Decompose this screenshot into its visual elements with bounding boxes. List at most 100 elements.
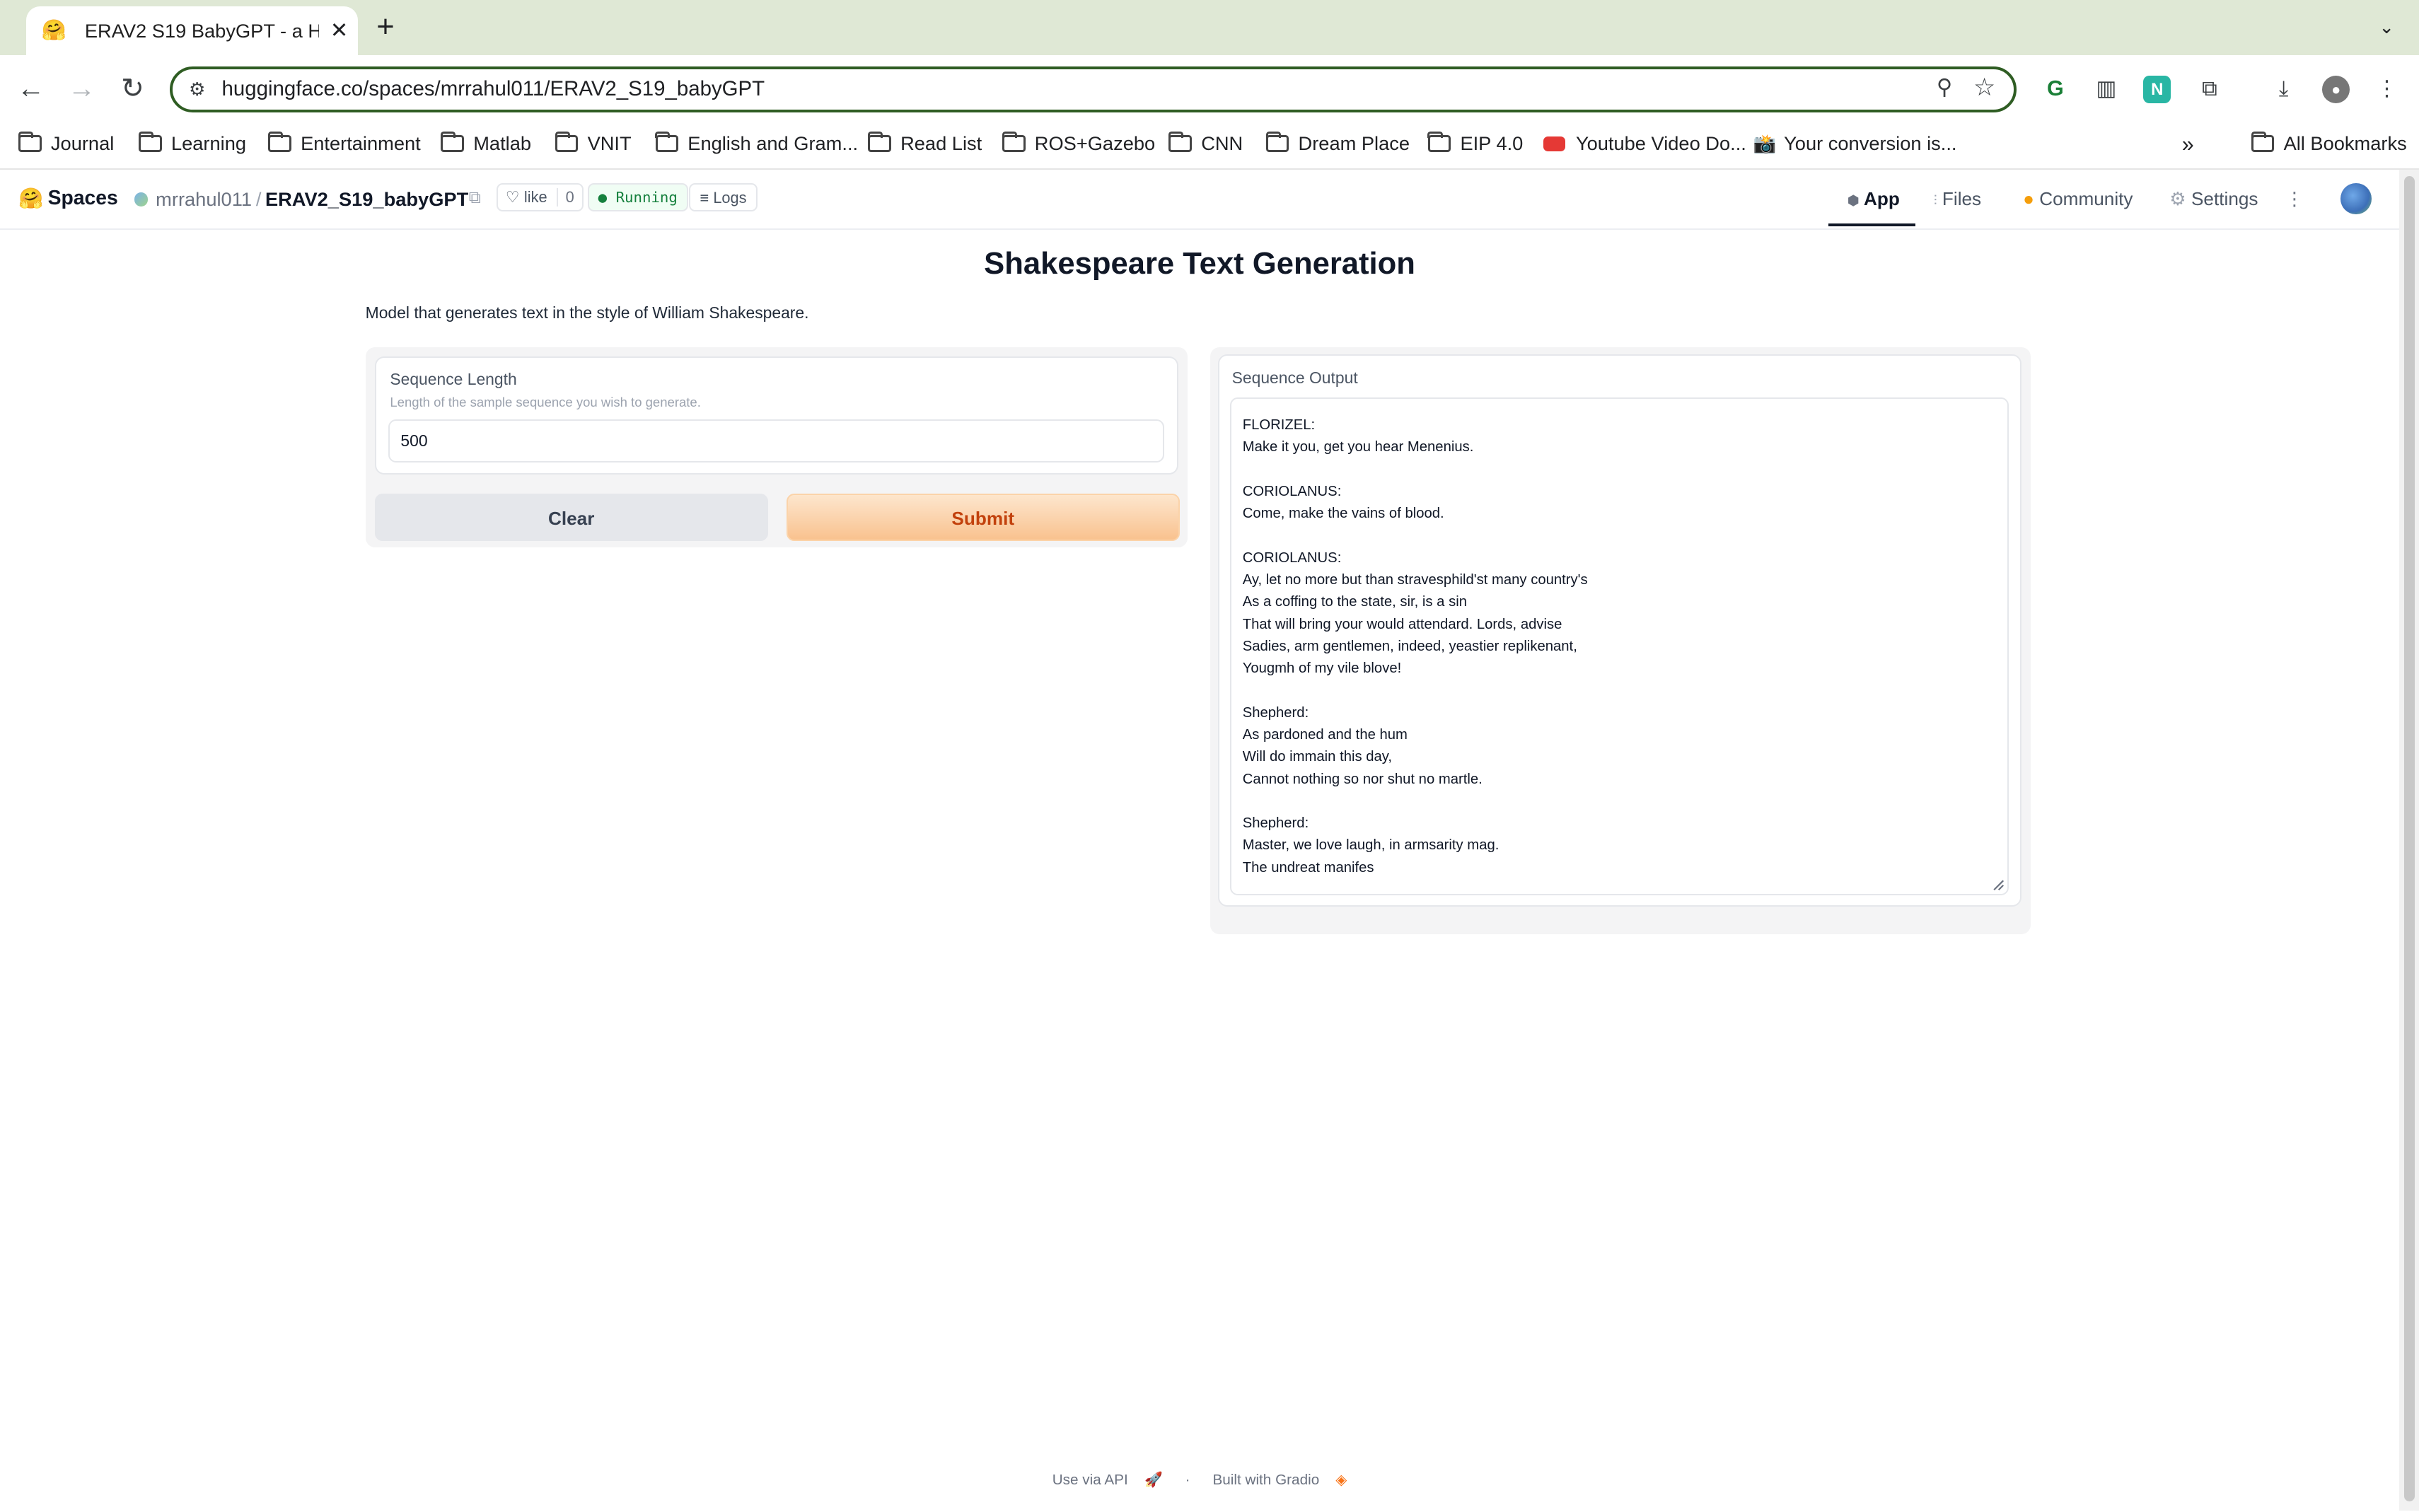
more-bookmarks-chevron-icon[interactable]: » [2182, 132, 2194, 157]
clear-button[interactable]: Clear [374, 493, 768, 542]
reading-list-icon[interactable]: ▥ [2089, 72, 2123, 106]
tab-files[interactable]: ⫶ Files [1934, 188, 1981, 210]
bookmark-english-and-grammar[interactable]: English and Gram... [655, 131, 858, 155]
bookmark-your-conversion[interactable]: 📸 Your conversion is... [1753, 132, 1957, 155]
sequence-output-textarea[interactable]: FLORIZEL: Make it you, get you hear Mene… [1230, 397, 2009, 896]
space-owner-link[interactable]: mrrahul011 [156, 188, 252, 211]
app-icon: ⬢ [1847, 192, 1860, 209]
avatar[interactable] [2340, 183, 2372, 214]
address-url[interactable]: huggingface.co/spaces/mrrahul011/ERAV2_S… [222, 77, 765, 102]
profile-avatar-icon[interactable]: ● [2322, 75, 2350, 104]
tab-title: ERAV2 S19 BabyGPT - a Hugging Face Space [84, 19, 319, 42]
folder-icon [868, 131, 892, 153]
reload-icon[interactable]: ↻ [116, 72, 150, 106]
like-count: 0 [556, 188, 582, 207]
tab-close-icon[interactable]: ✕ [328, 20, 350, 42]
sequence-output-label: Sequence Output [1231, 368, 1358, 387]
browser-menu-icon[interactable]: ⋮ [2370, 72, 2404, 106]
bookmark-matlab[interactable]: Matlab [441, 131, 531, 155]
bookmark-vnit[interactable]: VNIT [555, 131, 632, 155]
folder-icon [18, 131, 42, 153]
gradio-logo-icon: ◈ [1335, 1471, 1347, 1488]
bookmark-youtube-video-downloader[interactable]: Youtube Video Do... [1543, 132, 1746, 155]
submit-button[interactable]: Submit [786, 493, 1180, 542]
sequence-length-info: Length of the sample sequence you wish t… [390, 394, 701, 409]
tab-settings[interactable]: ⚙ Settings [2169, 188, 2258, 210]
folder-icon [441, 131, 465, 153]
bookmark-eip[interactable]: EIP 4.0 [1427, 131, 1523, 155]
footer-separator: · [1185, 1471, 1190, 1488]
folder-icon [655, 131, 679, 153]
scrollbar-thumb[interactable] [2403, 175, 2415, 1502]
folder-icon [1002, 131, 1026, 153]
bookmark-ros-gazebo[interactable]: ROS+Gazebo [1002, 131, 1155, 155]
folder-icon [555, 131, 579, 153]
bookmark-cnn[interactable]: CNN [1168, 131, 1243, 155]
browser-tab-strip: 🤗 ERAV2 S19 BabyGPT - a Hugging Face Spa… [0, 0, 2419, 56]
like-button[interactable]: ♡ like 0 [496, 183, 584, 211]
zoom-magnifier-icon[interactable]: ⚲ [1937, 75, 1952, 100]
hugging-face-favicon-icon: 🤗 [41, 19, 67, 42]
folder-icon [138, 131, 162, 153]
path-separator: / [255, 187, 262, 210]
browser-toolbar: ← → ↻ ⚙ huggingface.co/spaces/mrrahul011… [0, 55, 2419, 124]
heart-icon: ♡ [505, 188, 520, 207]
bookmark-star-icon[interactable]: ☆ [1973, 74, 1995, 102]
more-options-icon[interactable]: ⋮ [2282, 187, 2307, 211]
sequence-length-input[interactable] [390, 420, 1163, 461]
bookmark-entertainment[interactable]: Entertainment [268, 131, 421, 155]
spaces-link[interactable]: Spaces [48, 187, 118, 210]
logs-button[interactable]: ≡ Logs [689, 183, 758, 211]
browser-tab[interactable]: 🤗 ERAV2 S19 BabyGPT - a Hugging Face Spa… [26, 6, 358, 56]
user-avatar [134, 192, 149, 207]
page-description: Model that generates text in the style o… [365, 303, 809, 322]
resize-handle-icon[interactable] [1992, 879, 2005, 891]
grammarly-extension-icon[interactable]: G [2038, 72, 2072, 106]
back-arrow-icon[interactable]: ← [14, 72, 48, 106]
sequence-output-text: FLORIZEL: Make it you, get you hear Mene… [1242, 417, 1588, 876]
all-bookmarks[interactable]: All Bookmarks [2251, 131, 2407, 155]
tab-app[interactable]: ⬢ App [1847, 188, 1900, 210]
files-icon: ⫶ [1933, 192, 1937, 209]
folder-icon [2251, 131, 2275, 153]
page-title: Shakespeare Text Generation [984, 246, 1415, 281]
folder-icon [1168, 131, 1193, 153]
extensions-puzzle-icon[interactable]: ⧉ [2193, 72, 2227, 106]
forward-arrow-icon[interactable]: → [65, 72, 99, 106]
rocket-icon: 🚀 [1144, 1471, 1163, 1488]
like-label: like [523, 188, 547, 207]
copy-icon[interactable]: ⧉ [469, 188, 481, 208]
gear-icon: ⚙ [2169, 187, 2186, 209]
folder-icon [1427, 131, 1451, 153]
space-name-link[interactable]: ERAV2_S19_babyGPT [265, 188, 468, 211]
tab-search-chevron-icon[interactable]: ⌄ [2369, 12, 2403, 43]
address-bar[interactable]: ⚙ huggingface.co/spaces/mrrahul011/ERAV2… [169, 66, 2017, 113]
sequence-length-field[interactable] [388, 419, 1164, 463]
youtube-icon [1543, 136, 1565, 152]
downloads-icon[interactable]: ⤓ [2267, 72, 2301, 106]
sequence-output-block: Sequence Output FLORIZEL: Make it you, g… [1218, 354, 2021, 907]
tab-community[interactable]: ● Community [2023, 188, 2133, 210]
community-icon: ● [2023, 187, 2034, 209]
bookmark-journal[interactable]: Journal [18, 131, 114, 155]
sequence-length-label: Sequence Length [390, 370, 517, 389]
bookmark-learning[interactable]: Learning [138, 131, 246, 155]
site-settings-icon[interactable]: ⚙ [185, 77, 209, 102]
sequence-length-block: Sequence Length Length of the sample seq… [374, 356, 1178, 475]
use-via-api-link[interactable]: Use via API 🚀 [1046, 1472, 1168, 1488]
notion-extension-icon[interactable]: N [2143, 75, 2171, 104]
hugging-face-logo-icon[interactable]: 🤗 [18, 187, 43, 211]
status-badge: ● Running [587, 183, 688, 211]
footer: Use via API 🚀 · Built with Gradio ◈ [0, 1471, 2399, 1489]
built-with-gradio-link[interactable]: Built with Gradio ◈ [1207, 1472, 1353, 1488]
camera-emoji-icon: 📸 [1753, 132, 1777, 154]
new-tab-plus-icon[interactable]: + [370, 12, 401, 43]
page-scrollbar[interactable] [2399, 169, 2419, 1511]
hf-space-header: 🤗 Spaces mrrahul011 / ERAV2_S19_babyGPT … [0, 169, 2400, 230]
folder-icon [268, 131, 291, 153]
folder-icon [1265, 131, 1289, 153]
bookmarks-bar: Journal Learning Entertainment Matlab VN… [0, 123, 2419, 170]
bookmark-read-list[interactable]: Read List [868, 131, 982, 155]
bookmark-dream-place[interactable]: Dream Place [1265, 131, 1410, 155]
active-tab-underline [1828, 223, 1915, 227]
